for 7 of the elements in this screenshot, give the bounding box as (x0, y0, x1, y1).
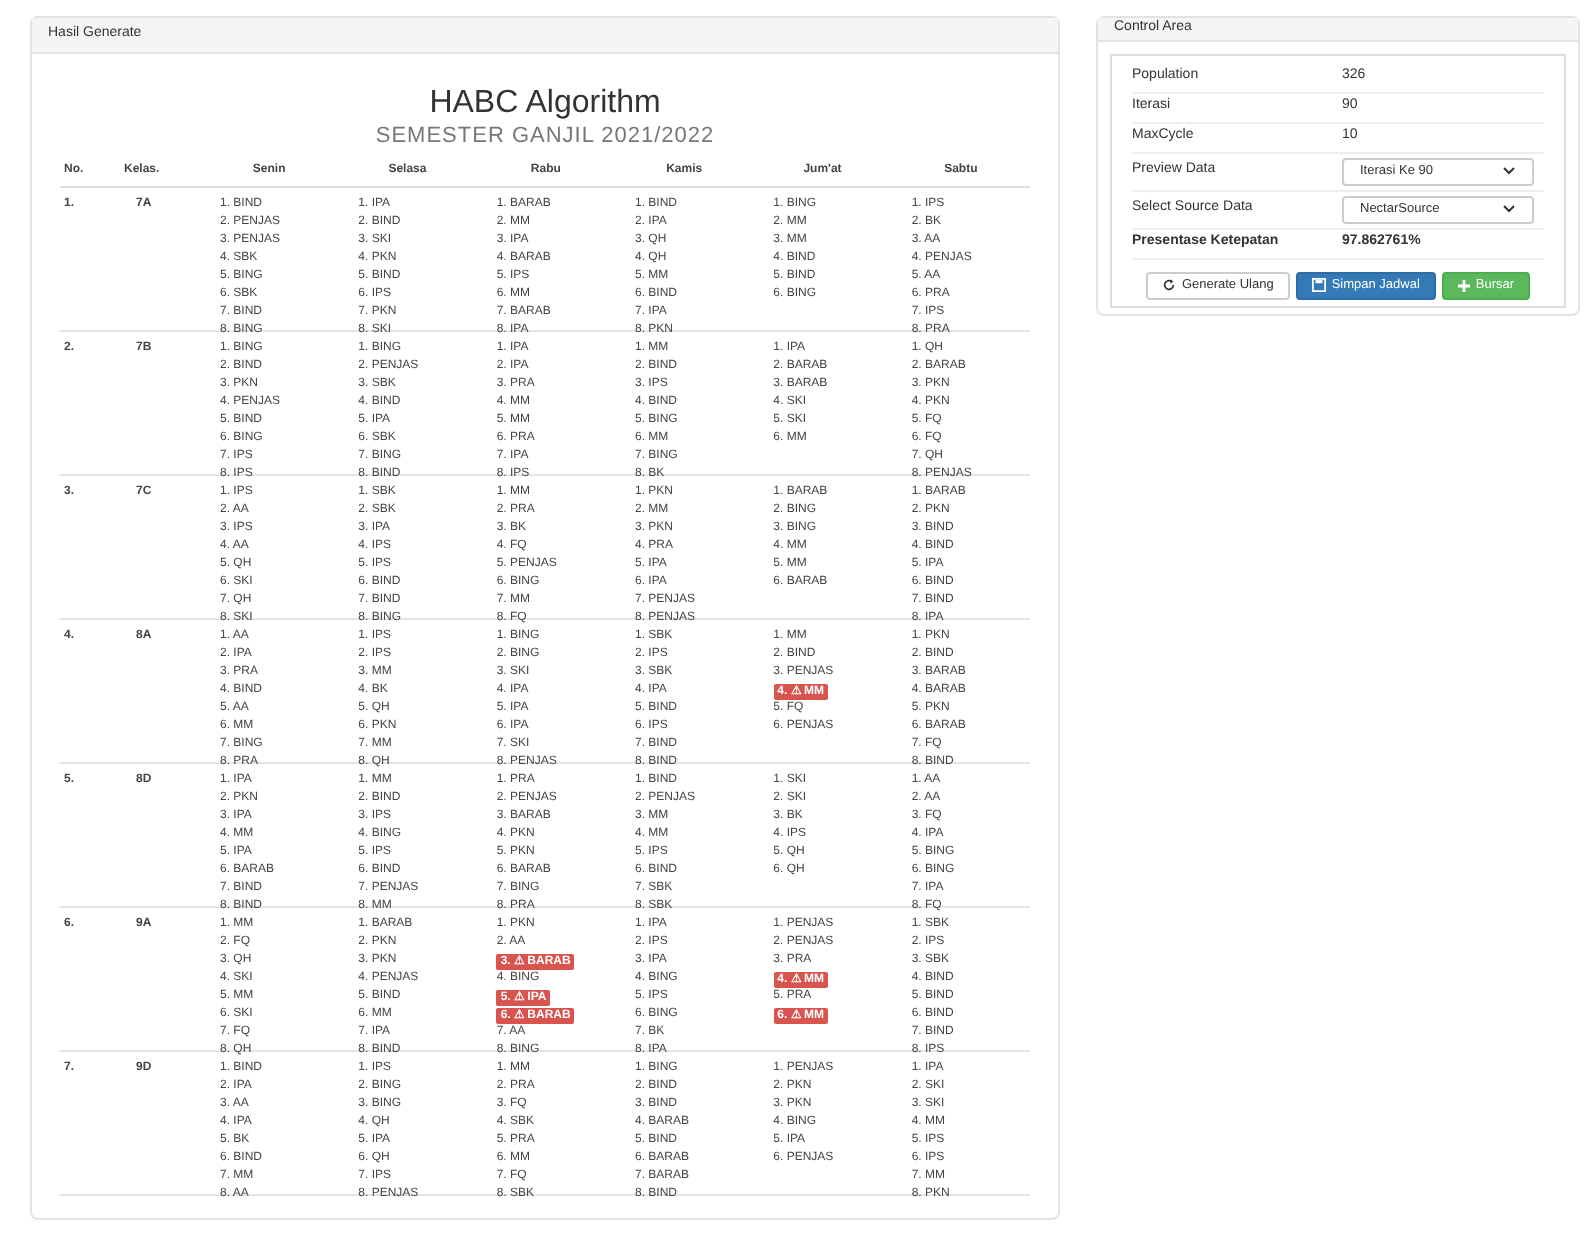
plus-icon (1457, 279, 1470, 291)
page-heading: HABC Algorithm (429, 86, 661, 122)
page-subheading: SEMESTER GANJIL 2021/2022 (375, 122, 715, 150)
chevron-down-icon (1502, 166, 1516, 176)
refresh-icon (1161, 278, 1176, 292)
save-icon (1311, 278, 1326, 292)
chevron-down-icon (1502, 204, 1516, 214)
